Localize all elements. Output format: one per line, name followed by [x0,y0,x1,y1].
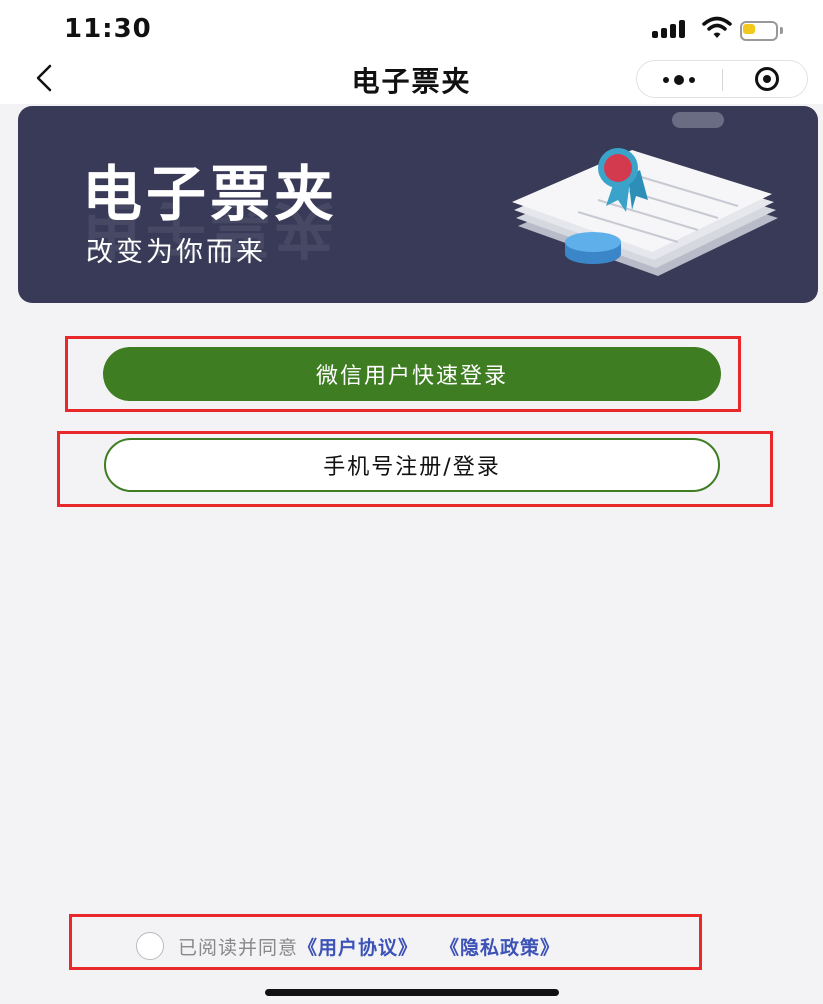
more-dots-icon[interactable] [637,61,723,97]
wifi-icon [702,16,732,38]
nav-bar: 电子票夹 [0,56,823,104]
target-circle-icon[interactable] [727,61,807,97]
hero-banner: 电子票夹 电子票夹 改变为你而来 [18,106,818,303]
battery-icon [740,21,784,41]
signal-icon [652,20,688,38]
agreement-row: 已阅读并同意 《用户协议》 《隐私政策》 [136,930,560,962]
agree-text: 已阅读并同意 [178,936,299,959]
banner-decoration [672,112,724,128]
phone-login-button[interactable]: 手机号注册/登录 [104,438,720,492]
wechat-login-button[interactable]: 微信用户快速登录 [103,347,721,401]
banner-slogan: 改变为你而来 [86,237,266,268]
status-time: 11:30 [64,14,152,44]
agree-checkbox[interactable] [136,932,164,960]
mini-program-capsule [636,60,808,98]
user-agreement-link[interactable]: 《用户协议》 [298,933,418,960]
banner-title: 电子票夹 [82,160,338,230]
certificate-illustration [512,148,778,276]
home-indicator [265,989,559,996]
app-screen: 11:30 电子票夹 电子票夹 电子票夹 改变为你而来 微信用户快速登录 手机号… [0,0,823,1004]
privacy-policy-link[interactable]: 《隐私政策》 [440,933,560,960]
status-bar: 11:30 [0,0,823,56]
capsule-divider [722,69,723,91]
